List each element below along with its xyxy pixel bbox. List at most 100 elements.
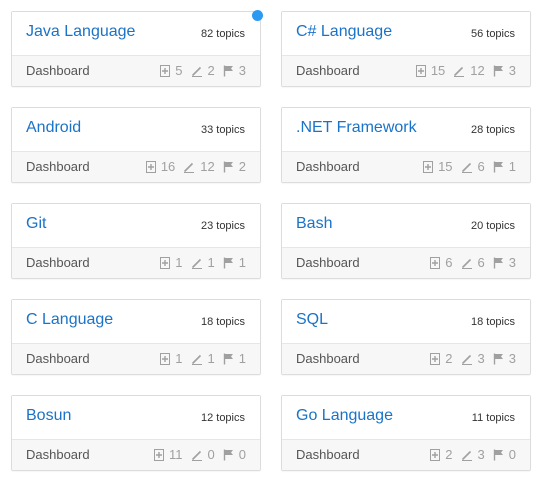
new-posts-stat: 2: [430, 351, 453, 366]
dashboard-link[interactable]: Dashboard: [296, 447, 360, 462]
topic-count: 12 topics: [200, 412, 245, 424]
new-posts-stat: 16: [145, 159, 176, 174]
new-post-icon: [160, 256, 171, 269]
card-stats: 11 0 0: [154, 447, 246, 462]
flag-icon: [493, 65, 503, 76]
dashboard-link[interactable]: Dashboard: [26, 63, 90, 78]
card-footer: Dashboard 2 3: [282, 439, 530, 470]
card-header: Java Language 82 topics: [12, 12, 260, 55]
flags-stat: 2: [223, 159, 246, 174]
edits-stat: 6: [461, 255, 485, 270]
card-stats: 2 3 0: [430, 447, 516, 462]
dashboard-link[interactable]: Dashboard: [296, 159, 360, 174]
card-header: Bash 20 topics: [282, 204, 530, 247]
edit-icon: [461, 162, 472, 173]
card-title-link[interactable]: .NET Framework: [296, 119, 417, 137]
edit-icon: [461, 258, 472, 269]
topic-count: 18 topics: [470, 316, 515, 328]
topic-count: 20 topics: [470, 220, 515, 232]
new-post-icon: [423, 160, 434, 173]
new-post-icon: [430, 352, 441, 365]
flags-count: 0: [238, 447, 246, 462]
new-posts-stat: 11: [154, 447, 183, 462]
dashboard-link[interactable]: Dashboard: [296, 255, 360, 270]
edits-stat: 12: [453, 63, 485, 78]
card-stats: 15 6 1: [423, 159, 516, 174]
flags-stat: 1: [223, 351, 246, 366]
edits-count: 3: [477, 447, 485, 462]
flags-stat: 3: [493, 255, 516, 270]
edit-icon: [184, 162, 195, 173]
card-title-link[interactable]: Bash: [296, 215, 332, 233]
card-title-link[interactable]: Git: [26, 215, 46, 233]
card-footer: Dashboard 11 0 0: [12, 439, 260, 470]
card-footer: Dashboard 15 6 1: [282, 151, 530, 182]
dashboard-link[interactable]: Dashboard: [26, 351, 90, 366]
flags-stat: 0: [223, 447, 246, 462]
flag-icon: [493, 161, 503, 172]
flag-icon: [493, 257, 503, 268]
card-title-link[interactable]: Java Language: [26, 23, 135, 41]
flags-stat: 3: [493, 63, 516, 78]
flags-count: 3: [508, 255, 516, 270]
card-footer: Dashboard 15 12 3: [282, 55, 530, 86]
dashboard-link[interactable]: Dashboard: [296, 63, 360, 78]
flags-stat: 3: [223, 63, 246, 78]
edit-icon: [191, 354, 202, 365]
card-title-link[interactable]: Bosun: [26, 407, 71, 425]
card-title-link[interactable]: C# Language: [296, 23, 392, 41]
flag-icon: [223, 353, 233, 364]
card-stats: 16 12 2: [145, 159, 246, 174]
flags-stat: 1: [223, 255, 246, 270]
edits-count: 1: [207, 351, 215, 366]
dashboard-link[interactable]: Dashboard: [26, 159, 90, 174]
card-title-link[interactable]: Android: [26, 119, 81, 137]
card-footer: Dashboard 2 3: [282, 343, 530, 374]
card-header: Go Language 11 topics: [282, 396, 530, 439]
tag-card: Git 23 topics Dashboard 1 1 1: [11, 203, 261, 279]
card-header: .NET Framework 28 topics: [282, 108, 530, 151]
card-title-link[interactable]: C Language: [26, 311, 113, 329]
tag-card: C Language 18 topics Dashboard 1 1 1: [11, 299, 261, 375]
new-post-icon: [145, 160, 156, 173]
edits-stat: 0: [191, 447, 215, 462]
topic-count: 82 topics: [200, 28, 245, 40]
new-posts-count: 5: [175, 63, 183, 78]
new-posts-stat: 2: [430, 447, 453, 462]
flags-count: 2: [238, 159, 246, 174]
new-post-icon: [430, 256, 441, 269]
edits-stat: 6: [461, 159, 485, 174]
card-stats: 1 1 1: [160, 351, 246, 366]
card-title-link[interactable]: Go Language: [296, 407, 393, 425]
flag-icon: [223, 161, 233, 172]
topic-count: 28 topics: [470, 124, 515, 136]
edit-icon: [191, 450, 202, 461]
flags-stat: 0: [493, 447, 516, 462]
new-post-icon: [154, 448, 165, 461]
edits-count: 12: [470, 63, 485, 78]
dashboard-link[interactable]: Dashboard: [296, 351, 360, 366]
new-posts-count: 2: [445, 351, 453, 366]
edits-count: 12: [200, 159, 215, 174]
card-title-link[interactable]: SQL: [296, 311, 328, 329]
new-posts-stat: 6: [430, 255, 453, 270]
edits-stat: 3: [461, 351, 485, 366]
notification-dot: [252, 10, 263, 21]
edit-icon: [461, 450, 472, 461]
card-footer: Dashboard 5 2 3: [12, 55, 260, 86]
dashboard-link[interactable]: Dashboard: [26, 255, 90, 270]
flags-count: 3: [238, 63, 246, 78]
flags-count: 0: [508, 447, 516, 462]
edits-stat: 3: [461, 447, 485, 462]
new-post-icon: [160, 64, 171, 77]
card-footer: Dashboard 16 12 2: [12, 151, 260, 182]
new-posts-count: 2: [445, 447, 453, 462]
tag-card: Go Language 11 topics Dashboard 2 3 0: [281, 395, 531, 471]
tag-card: SQL 18 topics Dashboard 2 3 3: [281, 299, 531, 375]
new-posts-count: 16: [160, 159, 176, 174]
tag-card-grid: Java Language 82 topics Dashboard 5 2 3 …: [11, 10, 531, 471]
card-header: C Language 18 topics: [12, 300, 260, 343]
edits-count: 6: [477, 255, 485, 270]
flag-icon: [223, 65, 233, 76]
dashboard-link[interactable]: Dashboard: [26, 447, 90, 462]
